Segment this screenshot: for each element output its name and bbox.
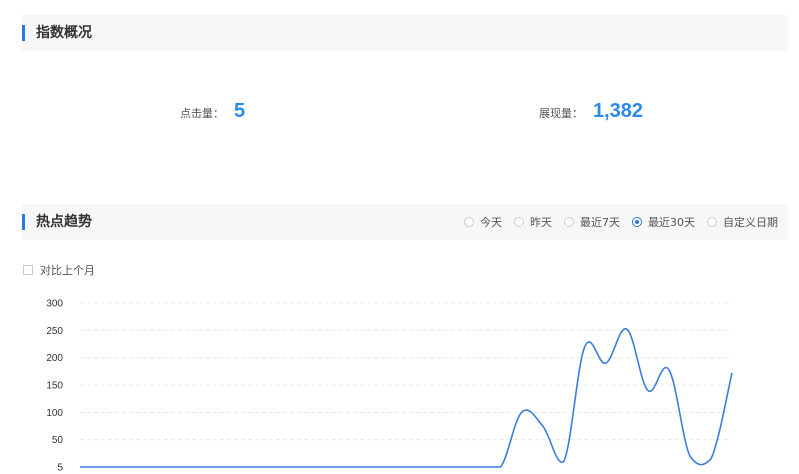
range-option-today[interactable]: 今天 (464, 214, 502, 230)
impressions-stat: 展现量： 1,382 (539, 100, 643, 130)
series-line (79, 328, 733, 468)
y-tick-label: 100 (46, 408, 63, 419)
page: 指数概况 点击量： 5 展现量： 1,382 热点趋势 今天 昨天 最近7天 最… (0, 0, 799, 474)
radio-checked-icon[interactable] (632, 217, 642, 227)
radio-icon[interactable] (564, 217, 574, 227)
range-option-last-30-days[interactable]: 最近30天 (632, 214, 695, 230)
trend-chart: 300 250 200 150 100 50 5 (46, 299, 733, 474)
range-option-last-7-days[interactable]: 最近7天 (564, 214, 620, 230)
overview-header: 指数概况 (22, 15, 788, 51)
y-tick-label: 250 (46, 326, 63, 337)
clicks-label: 点击量： (180, 107, 224, 120)
range-label: 昨天 (530, 216, 552, 229)
section-accent-bar (22, 214, 25, 230)
range-label: 最近7天 (580, 216, 620, 229)
range-label: 今天 (480, 216, 502, 229)
trend-title: 热点趋势 (36, 214, 92, 230)
y-tick-label: 50 (52, 435, 64, 446)
range-label: 最近30天 (648, 216, 695, 229)
trend-header: 热点趋势 今天 昨天 最近7天 最近30天 自定义日期 (22, 204, 788, 240)
range-label: 自定义日期 (723, 216, 778, 229)
y-tick-label: 200 (46, 353, 63, 364)
range-option-yesterday[interactable]: 昨天 (514, 214, 552, 230)
range-option-custom-date[interactable]: 自定义日期 (707, 214, 778, 230)
compare-last-month[interactable]: 对比上个月 (23, 262, 95, 278)
section-accent-bar (22, 25, 25, 41)
impressions-value: 1,382 (593, 100, 644, 122)
impressions-label: 展现量： (539, 107, 583, 120)
chart-grid (80, 302, 732, 441)
y-tick-label: 5 (57, 463, 63, 474)
y-tick-label: 150 (46, 381, 63, 392)
clicks-stat: 点击量： 5 (180, 100, 245, 130)
y-tick-label: 300 (46, 299, 63, 310)
compare-label: 对比上个月 (40, 264, 95, 277)
date-range-selector: 今天 昨天 最近7天 最近30天 自定义日期 (452, 204, 778, 240)
radio-icon[interactable] (464, 217, 474, 227)
radio-icon[interactable] (514, 217, 524, 227)
y-axis-ticks: 300 250 200 150 100 50 5 (46, 299, 63, 474)
checkbox-icon[interactable] (23, 265, 33, 275)
clicks-value: 5 (234, 100, 246, 122)
radio-icon[interactable] (707, 217, 717, 227)
overview-title: 指数概况 (36, 25, 92, 41)
